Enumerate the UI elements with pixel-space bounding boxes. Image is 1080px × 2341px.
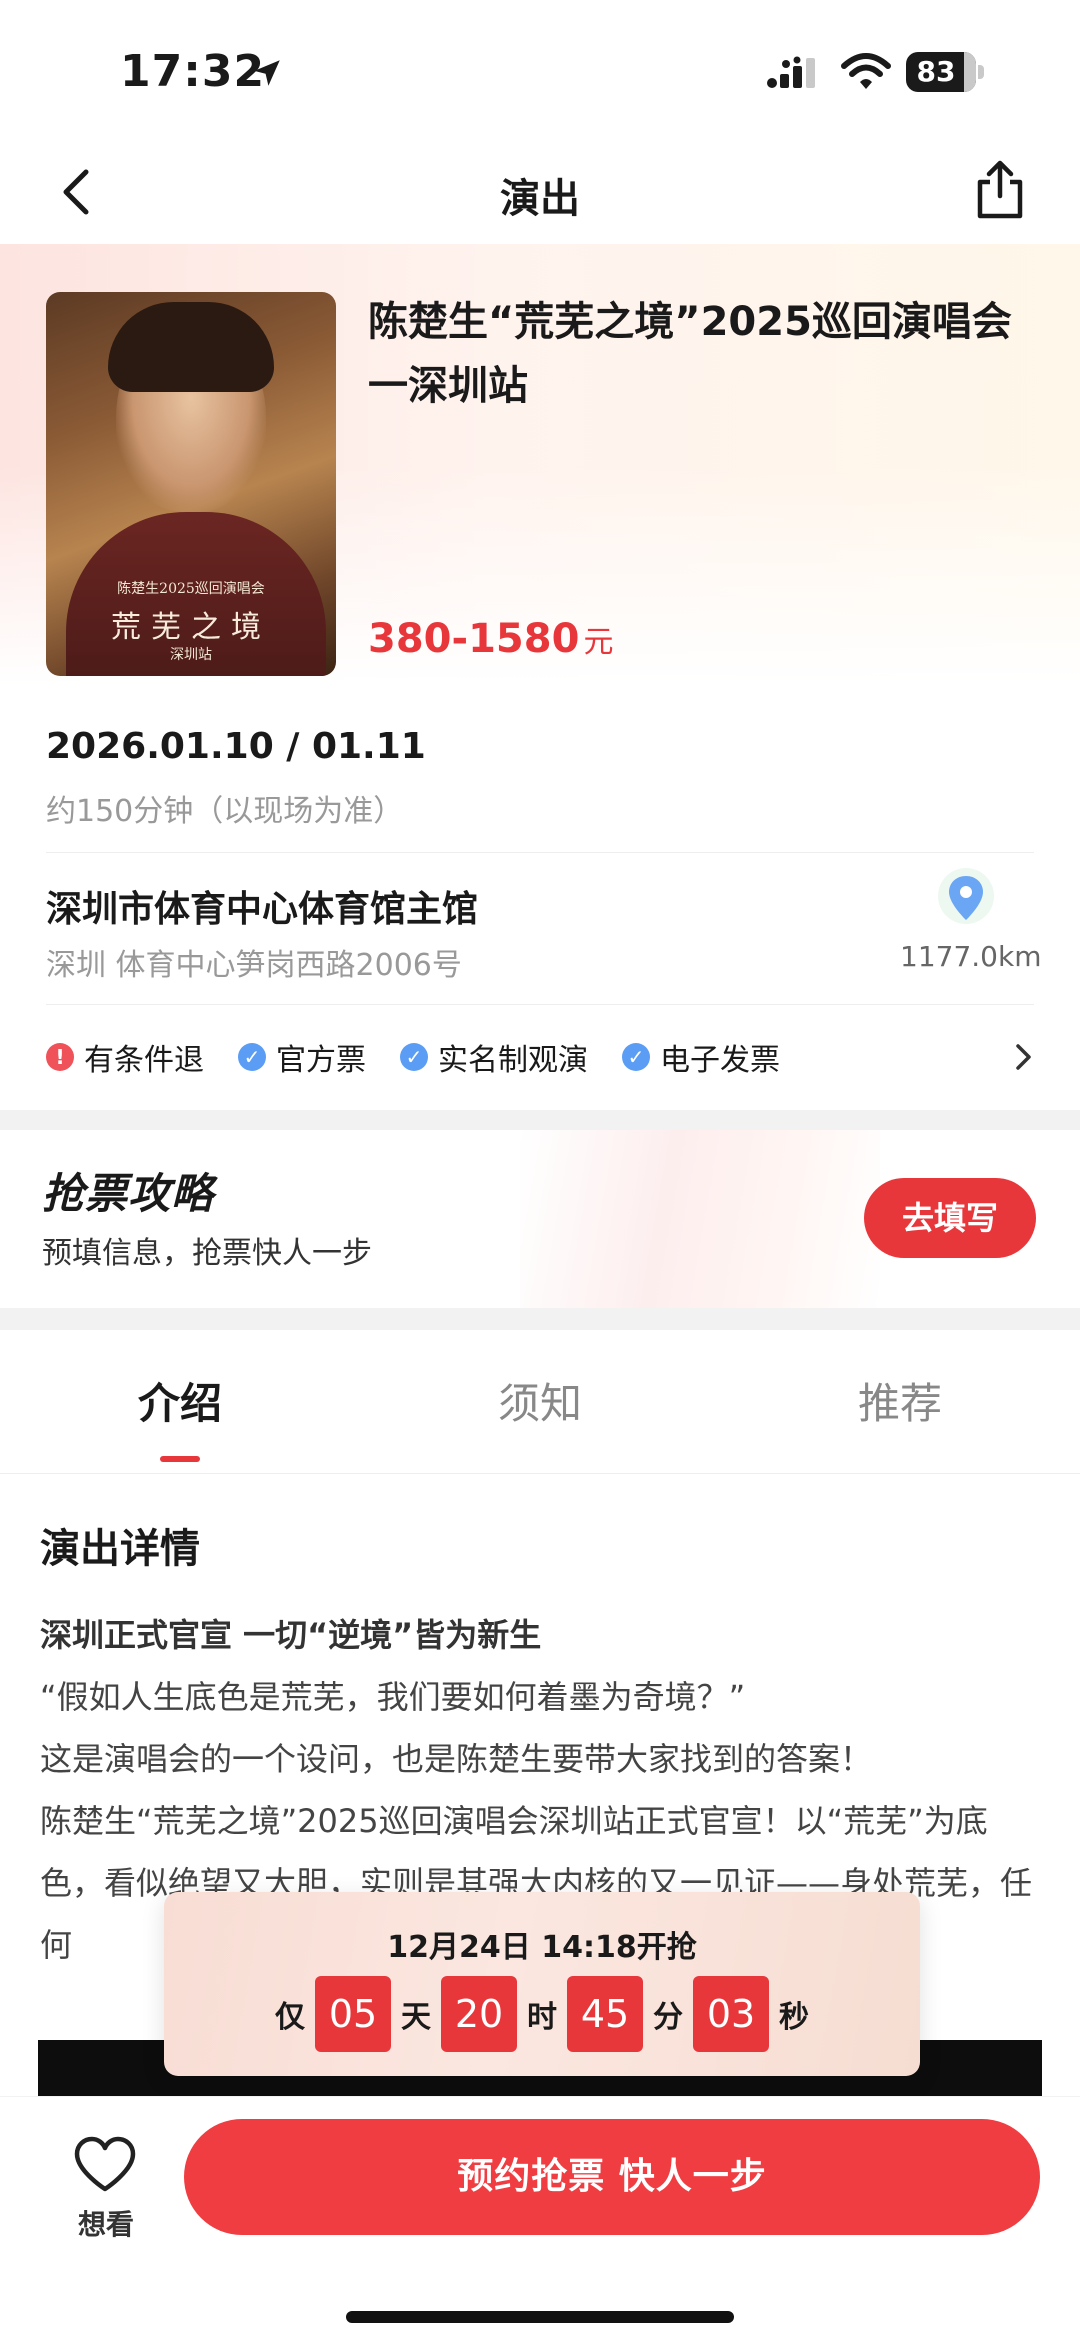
active-tab-indicator: [160, 1456, 200, 1462]
tag-label: 电子发票: [660, 1043, 780, 1078]
countdown-minutes-label: 分: [653, 2000, 683, 2035]
price-unit: 元: [583, 625, 614, 660]
status-time: 17:32: [120, 46, 266, 97]
poster-title: 荒芜之境: [111, 610, 271, 645]
tag-e-invoice: ✓ 电子发票: [622, 1035, 780, 1079]
tag-label: 有条件退: [84, 1043, 204, 1078]
home-indicator: [346, 2311, 734, 2323]
details-line: “假如人生底色是荒芜，我们要如何着墨为奇境？”: [40, 1678, 746, 1716]
event-duration: 约150分钟（以现场为准）: [46, 794, 404, 829]
share-icon[interactable]: [970, 158, 1030, 222]
countdown-seconds-label: 秒: [779, 2000, 809, 2035]
tag-label: 官方票: [276, 1043, 366, 1078]
section-gap: [0, 1308, 1080, 1330]
location-arrow-icon: [254, 60, 280, 86]
event-title: 陈楚生“荒芜之境”2025巡回演唱会一深圳站: [368, 299, 1012, 409]
check-icon: ✓: [238, 1043, 266, 1071]
sale-countdown: 12月24日 14:18开抢 仅 05 天 20 时 45 分 03 秒: [164, 1892, 920, 2076]
service-tags[interactable]: ! 有条件退 ✓ 官方票 ✓ 实名制观演 ✓ 电子发票: [46, 1032, 814, 1082]
event-hero: 陈楚生2025巡回演唱会 荒芜之境 深圳站 陈楚生“荒芜之境”2025巡回演唱会…: [0, 244, 1080, 684]
countdown-hours: 20: [441, 1976, 517, 2052]
fill-info-button[interactable]: 去填写: [864, 1178, 1036, 1258]
countdown-prefix: 仅: [275, 2000, 305, 2035]
status-bar: 17:32 83: [0, 0, 1080, 140]
countdown-timer: 仅 05 天 20 时 45 分 03 秒: [164, 1976, 920, 2052]
poster-subtitle: 陈楚生2025巡回演唱会: [117, 581, 265, 597]
divider: [46, 852, 1034, 853]
check-icon: ✓: [622, 1043, 650, 1071]
ticket-strategy-card: 抢票攻略 预填信息，抢票快人一步 去填写: [0, 1130, 1080, 1308]
strategy-subtitle: 预填信息，抢票快人一步: [42, 1236, 372, 1271]
wifi-icon: [841, 53, 891, 89]
section-gap: [0, 1110, 1080, 1132]
venue-address: 深圳 体育中心笋岗西路2006号: [46, 948, 462, 983]
divider: [46, 1004, 1034, 1005]
page-title: 演出: [500, 176, 580, 222]
battery-indicator: 83: [906, 52, 984, 92]
details-heading: 演出详情: [40, 1526, 200, 1572]
check-icon: ✓: [400, 1043, 428, 1071]
exclamation-icon: !: [46, 1043, 74, 1071]
bottom-action-bar: 想看 预约抢票 快人一步: [0, 2096, 1080, 2341]
want-label: 想看: [77, 2208, 134, 2241]
chevron-right-icon[interactable]: [1010, 1040, 1036, 1074]
countdown-days-label: 天: [401, 2000, 431, 2035]
countdown-days: 05: [315, 1976, 391, 2052]
strategy-title: 抢票攻略: [42, 1169, 215, 1218]
poster-city: 深圳站: [170, 647, 212, 663]
event-poster[interactable]: 陈楚生2025巡回演唱会 荒芜之境 深圳站: [46, 292, 336, 676]
heart-icon: [74, 2136, 136, 2192]
venue-distance: 1177.0km: [900, 940, 1042, 973]
venue-name[interactable]: 深圳市体育中心体育馆主馆: [46, 880, 478, 932]
details-line: 深圳正式官宣 一切“逆境”皆为新生: [40, 1616, 542, 1654]
want-to-see-button[interactable]: 想看: [60, 2135, 152, 2245]
tab-intro[interactable]: 介绍: [0, 1370, 360, 1431]
battery-level: 83: [916, 55, 956, 88]
tag-official-ticket: ✓ 官方票: [238, 1035, 366, 1079]
price-value: 380-1580: [368, 616, 580, 662]
countdown-title: 12月24日 14:18开抢: [387, 1930, 697, 1965]
tag-real-name: ✓ 实名制观演: [400, 1035, 588, 1079]
tag-conditional-refund: ! 有条件退: [46, 1035, 204, 1079]
tab-recommend[interactable]: 推荐: [720, 1370, 1080, 1431]
map-pin-icon[interactable]: [936, 868, 996, 938]
countdown-minutes: 45: [567, 1976, 643, 2052]
countdown-seconds: 03: [693, 1976, 769, 2052]
details-line: 这是演唱会的一个设问，也是陈楚生要带大家找到的答案！: [40, 1740, 873, 1778]
event-date[interactable]: 2026.01.10 / 01.11: [46, 726, 426, 767]
content-tabs: 介绍 须知 推荐: [0, 1330, 1080, 1474]
countdown-hours-label: 时: [527, 2000, 557, 2035]
reserve-ticket-button[interactable]: 预约抢票 快人一步: [184, 2119, 1040, 2235]
price-range: 380-1580 元: [368, 616, 613, 662]
tab-notice[interactable]: 须知: [360, 1370, 720, 1431]
tag-label: 实名制观演: [438, 1043, 588, 1078]
cellular-signal-icon: [767, 56, 815, 88]
navigation-bar: 演出: [0, 140, 1080, 244]
